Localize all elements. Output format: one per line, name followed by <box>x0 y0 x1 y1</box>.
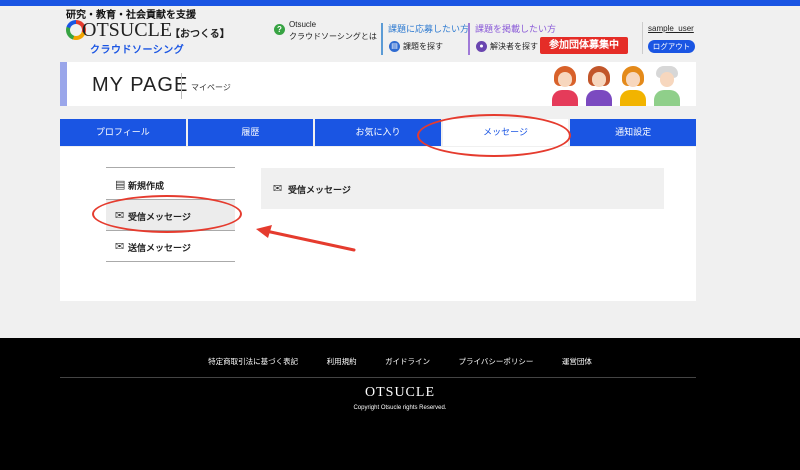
footer-logo: OTSUCLE <box>365 385 435 400</box>
people-illustration <box>550 64 695 106</box>
divider <box>106 167 235 168</box>
apply-title: 課題に応募したい方 <box>388 24 470 34</box>
panel-title: 受信メッセージ <box>288 185 351 195</box>
divider <box>468 23 470 55</box>
new-message-icon: ▤ <box>115 179 126 191</box>
tab-notification-settings[interactable]: 通知設定 <box>570 119 696 146</box>
recruit-button[interactable]: 参加団体募集中 <box>540 37 628 54</box>
sidebar-item-sent[interactable]: ✉ 送信メッセージ <box>106 231 235 261</box>
tab-history[interactable]: 履歴 <box>187 119 314 146</box>
sidebar-item-label: 送信メッセージ <box>128 243 191 253</box>
footer-link-privacy[interactable]: プライバシーポリシー <box>459 356 534 367</box>
divider <box>60 377 696 378</box>
footer-links: 特定商取引法に基づく表記 利用規約 ガイドライン プライバシーポリシー 運営団体 <box>0 351 800 369</box>
about-line1: Otsucle <box>289 20 317 29</box>
footer-link-terms[interactable]: 利用規約 <box>327 356 357 367</box>
post-title: 課題を掲載したい方 <box>475 24 557 34</box>
sent-icon: ✉ <box>115 241 125 253</box>
divider <box>181 73 182 99</box>
logo-text: OTSUCLE <box>82 19 172 41</box>
sidebar-item-inbox[interactable]: ✉ 受信メッセージ <box>106 200 235 230</box>
find-task-link[interactable]: ▤ 課題を探す <box>389 40 469 54</box>
footer-link-guidelines[interactable]: ガイドライン <box>385 356 430 367</box>
post-section: 課題を掲載したい方 ● 解決者を探す <box>475 22 557 52</box>
about-link[interactable]: ? Otsucle クラウドソーシングとは <box>274 18 377 48</box>
footer-link-legal[interactable]: 特定商取引法に基づく表記 <box>208 356 298 367</box>
logo-crowdsourcing: クラウドソーシング <box>90 45 185 56</box>
sidebar-item-new-message[interactable]: ▤ 新規作成 <box>106 169 235 199</box>
divider <box>642 22 643 54</box>
site-header: 研究・教育・社会貢献を支援 OTSUCLE 【おつくる】 クラウドソーシング ?… <box>0 6 800 58</box>
divider <box>381 23 383 55</box>
divider <box>106 261 235 262</box>
inbox-icon: ✉ <box>273 183 283 195</box>
sidebar-item-label: 受信メッセージ <box>128 212 191 222</box>
site-logo[interactable]: OTSUCLE 【おつくる】 クラウドソーシング <box>66 19 236 56</box>
logout-button[interactable]: ログアウト <box>648 40 695 53</box>
footer-copyright: Copyright Otsucle rights Reserved. <box>353 405 447 411</box>
find-task-label: 課題を探す <box>403 42 443 51</box>
document-icon: ▤ <box>389 41 400 52</box>
inbox-icon: ✉ <box>115 210 125 222</box>
question-icon: ? <box>274 24 285 35</box>
sidebar-item-label: 新規作成 <box>128 181 165 191</box>
tab-favorites[interactable]: お気に入り <box>315 119 441 146</box>
site-footer: 特定商取引法に基づく表記 利用規約 ガイドライン プライバシーポリシー 運営団体… <box>0 338 800 470</box>
apply-section: 課題に応募したい方 ▤ 課題を探す <box>388 22 470 52</box>
banner-accent <box>60 62 67 106</box>
mypage-banner: MY PAGE マイページ <box>60 62 696 106</box>
person-icon: ● <box>476 41 487 52</box>
footer-link-organization[interactable]: 運営団体 <box>562 356 592 367</box>
mypage-tabs: プロフィール 履歴 お気に入り メッセージ 通知設定 <box>60 119 696 146</box>
page-subtitle: マイページ <box>191 83 231 92</box>
username-link[interactable]: sample_user <box>648 24 694 33</box>
tab-profile[interactable]: プロフィール <box>60 119 186 146</box>
logo-reading: 【おつくる】 <box>170 29 230 40</box>
find-solver-label: 解決者を探す <box>490 42 538 51</box>
page-title: MY PAGE <box>92 74 189 96</box>
find-solver-link[interactable]: ● 解決者を探す <box>476 40 546 54</box>
inbox-panel-header: ✉ 受信メッセージ <box>261 168 664 209</box>
tab-messages[interactable]: メッセージ <box>442 119 569 146</box>
about-line2: クラウドソーシングとは <box>289 32 377 41</box>
message-content-area: ▤ 新規作成 ✉ 受信メッセージ ✉ 送信メッセージ ✉ 受信メッセージ <box>60 147 696 301</box>
